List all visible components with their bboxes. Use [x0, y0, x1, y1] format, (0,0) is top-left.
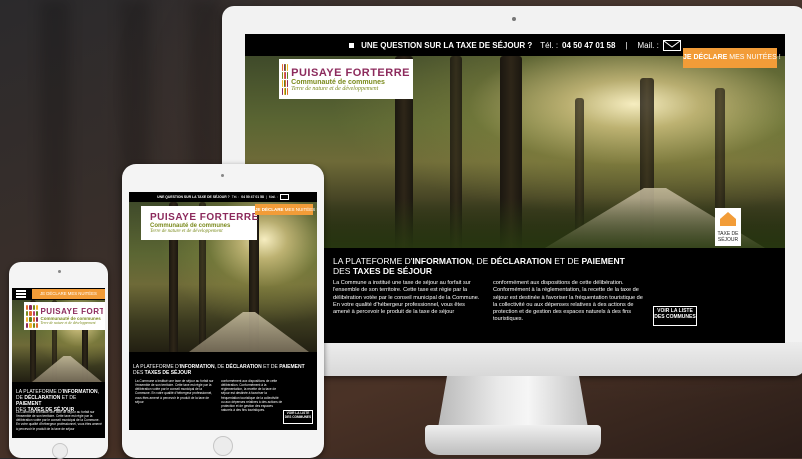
headline-part2: , DE [471, 256, 491, 266]
tel-label: Tél. : [540, 40, 559, 50]
headline-taxes: TAXES DE SÉJOUR [352, 266, 433, 277]
monitor-stand-neck [438, 376, 588, 428]
tablet-declare-button[interactable]: JE DÉCLARE MES NUITÉES ! [255, 204, 317, 215]
desktop-site: UNE QUESTION SUR LA TAXE DE SÉJOUR ? Tél… [245, 34, 785, 343]
list-button-line2: DES COMMUNES [654, 313, 696, 320]
body-column-2: conformément aux dispositions de cette d… [493, 280, 643, 323]
logo-mosaic-icon [282, 63, 288, 95]
headline-declaration: DÉCLARATION [490, 256, 552, 266]
mail-label: Mail. : [637, 40, 659, 50]
tablet-mail-label: Mail. : [268, 195, 278, 199]
house-icon [720, 212, 736, 226]
question-square-icon [349, 42, 355, 48]
tablet-logo-mosaic-icon [143, 210, 146, 237]
phone-body-text: La Commune a institué une taxe de séjour… [16, 410, 102, 431]
headline-part1: LA PLATEFORME D' [333, 256, 413, 266]
tablet-logo[interactable]: PUISAYE FORTERRE Communauté de communes … [141, 206, 259, 240]
tablet-cta-bold: JE DÉCLARE [255, 207, 284, 212]
separator: | [625, 40, 628, 50]
tablet-headline-part3: ET DE [261, 364, 280, 370]
tablet-separator: | [265, 195, 267, 199]
tablet-headline-b4: TAXES DE SÉJOUR [144, 370, 192, 376]
tablet-body-col1: La Commune a institué une taxe de séjour… [135, 379, 214, 404]
tablet-headline-part2: , DE [214, 364, 226, 370]
question-text: UNE QUESTION SUR LA TAXE DE SÉJOUR ? [361, 40, 533, 50]
tablet-headline-b3: PAIEMENT [279, 364, 305, 370]
tablet-logo-name: PUISAYE FORTERRE [150, 212, 259, 223]
phone-logo-name: PUISAYE FORTE [40, 307, 103, 316]
tablet-communes-button[interactable]: VOIR LA LISTE DES COMMUNES [283, 410, 313, 424]
phone-headline-part3: ET DE [60, 395, 77, 401]
body-column-1: La Commune a institué une taxe de séjour… [333, 280, 480, 316]
tablet-list-line2: DES COMMUNES [284, 414, 312, 419]
headline-part3: ET DE [551, 256, 582, 266]
communes-list-button[interactable]: VOIR LA LISTE DES COMMUNES [653, 306, 697, 326]
phone-home-button [52, 443, 68, 459]
logo-subtitle: Communauté de communes [291, 78, 385, 86]
tablet-body-col2: conformément aux dispositions de cette d… [221, 379, 283, 413]
declare-nights-button[interactable]: JE DÉCLARE MES NUITÉES ! [683, 48, 781, 68]
tablet-top-bar: UNE QUESTION SUR LA TAXE DE SÉJOUR ? Tél… [129, 192, 317, 202]
tablet-camera [221, 174, 224, 177]
logo-name: PUISAYE FORTERRE [291, 66, 410, 79]
tablet-site: UNE QUESTION SUR LA TAXE DE SÉJOUR ? Tél… [129, 192, 317, 430]
phone-top-bar: JE DÉCLARE MES NUITÉES [12, 288, 105, 300]
tablet-headline-b2: DÉCLARATION [225, 364, 262, 370]
phone-logo[interactable]: PUISAYE FORTE Communauté de communes Ter… [24, 302, 105, 330]
headline-part4: DES [333, 266, 353, 277]
headline-paiement: PAIEMENT [581, 256, 625, 266]
tablet-headline-part4: DES [133, 370, 145, 376]
tel-link[interactable]: 04 50 47 01 58 [562, 41, 615, 50]
tax-badge[interactable]: TAXE DE SÉJOUR [715, 208, 741, 246]
phone-logo-mosaic-icon [26, 304, 39, 328]
tablet-tel[interactable]: 04 50 47 01 58 [241, 195, 264, 199]
camera-dot [512, 17, 516, 21]
phone-camera [58, 270, 61, 273]
hamburger-menu-icon[interactable] [16, 290, 26, 298]
tablet-question: UNE QUESTION SUR LA TAXE DE SÉJOUR ? [157, 195, 230, 199]
tablet-home-button [213, 436, 233, 456]
cta-rest: MES NUITÉES ! [729, 54, 781, 61]
cta-bold: JE DÉCLARE [683, 54, 728, 61]
headline-information: INFORMATION [412, 256, 472, 266]
tablet-envelope-icon[interactable] [279, 194, 289, 200]
tablet-tel-label: Tél. : [231, 195, 240, 199]
monitor-stand-base [425, 425, 601, 455]
phone-logo-tagline: Terre de nature et de développement [40, 321, 96, 325]
envelope-icon[interactable] [662, 39, 681, 51]
tablet-cta-rest: MES NUITÉES ! [284, 207, 317, 212]
page-headline: LA PLATEFORME D'INFORMATION, DE DÉCLARAT… [333, 256, 753, 276]
tablet-headline: LA PLATEFORME D'INFORMATION, DE DÉCLARAT… [133, 364, 313, 376]
logo-tagline: Terre de nature et de développement [291, 85, 379, 92]
site-logo[interactable]: PUISAYE FORTERRE Communauté de communes … [279, 59, 413, 99]
phone-declare-button[interactable]: JE DÉCLARE MES NUITÉES [32, 289, 105, 299]
tablet-logo-tagline: Terre de nature et de développement [150, 229, 223, 234]
badge-line2: SÉJOUR [717, 236, 739, 243]
phone-site: JE DÉCLARE MES NUITÉES PUISAYE FORTE Com… [12, 288, 105, 438]
